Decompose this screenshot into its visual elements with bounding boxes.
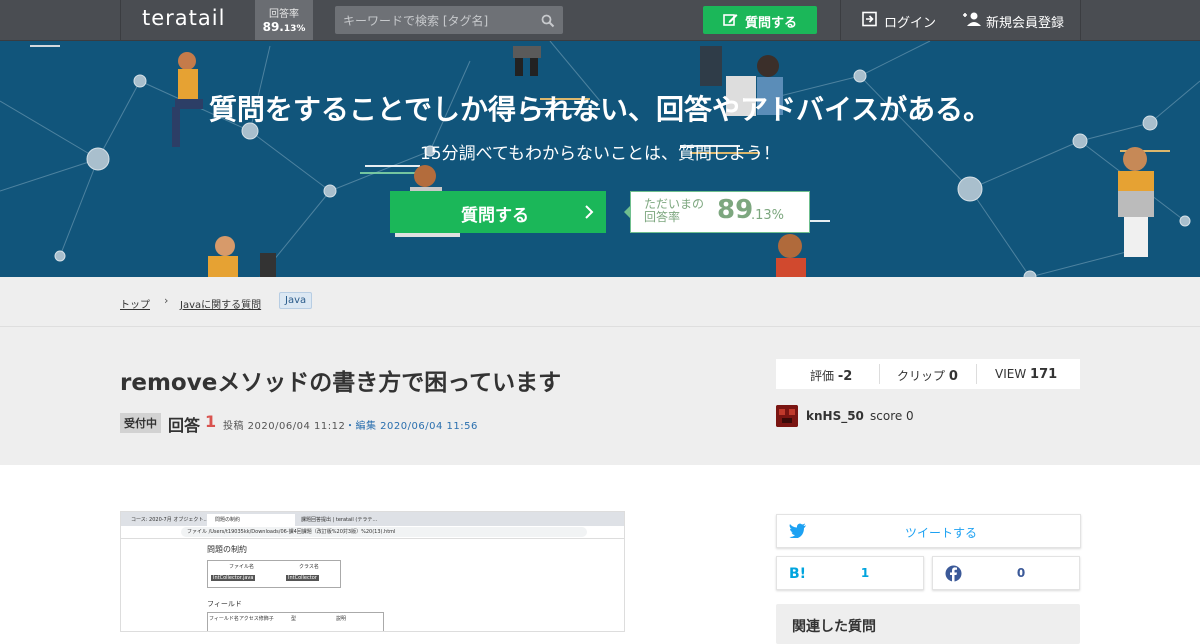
screenshot-code: IntCollector.java: [211, 575, 256, 581]
ask-question-button[interactable]: 質問する: [703, 6, 817, 34]
breadcrumb-separator: ›: [164, 294, 169, 307]
answer-rate-value: 89.13%: [255, 20, 313, 34]
header-divider: [1080, 0, 1081, 40]
answer-rate-dec: 13%: [283, 24, 306, 34]
browser-tabs: コース: 2020-7月 オブジェクト… 問題の制約 課題回答提出 | tera…: [121, 512, 624, 526]
browser-tab: 課題回答提出 | teratail (テラテ…: [301, 517, 378, 523]
view-stat: VIEW 171: [995, 367, 1057, 382]
question-stats: 評価 -2 クリップ 0 VIEW 171: [776, 359, 1080, 389]
tweet-button[interactable]: ツイートする: [776, 514, 1081, 548]
screenshot-cell: ファイル名: [229, 564, 255, 570]
top-header: teratail 回答率 89.13% キーワードで検索 [タグ名] 質問する …: [0, 0, 1200, 41]
question-title: removeメソッドの書き方で困っています: [120, 370, 562, 396]
avatar[interactable]: [776, 405, 798, 427]
answer-rate-box: 回答率 89.13%: [255, 0, 313, 40]
screenshot-heading: 問題の制約: [207, 545, 247, 554]
rating-label: 評価: [810, 369, 835, 383]
answer-rate-int: 89.: [262, 20, 284, 34]
header-divider: [120, 0, 121, 40]
search-input[interactable]: キーワードで検索 [タグ名]: [335, 6, 563, 34]
hero-rate-label: ただいまの回答率: [644, 197, 705, 224]
hero-rate-int: 89: [717, 195, 754, 225]
hero-rate-dec: .13%: [751, 208, 785, 223]
answers-label: 回答: [168, 416, 201, 435]
facebook-share-button[interactable]: 0: [932, 556, 1080, 590]
browser-url: ファイル /Users/t19035kk/Downloads/06-課4回課題（…: [181, 527, 587, 537]
header-divider: [840, 0, 841, 40]
posted-date: 投稿 2020/06/04 11:12: [223, 421, 346, 432]
login-link[interactable]: ログイン: [862, 11, 936, 31]
author-score: score 0: [870, 409, 914, 423]
answer-rate-label: 回答率: [269, 9, 299, 20]
screenshot-cell: アクセス修飾子: [239, 616, 274, 622]
browser-tab: コース: 2020-7月 オブジェクト…: [131, 517, 209, 523]
edited-date[interactable]: ・編集 2020/06/04 11:56: [345, 417, 478, 432]
login-label: ログイン: [884, 16, 937, 31]
view-value: 171: [1030, 367, 1058, 382]
signup-label: 新規会員登録: [986, 16, 1065, 31]
related-questions-title: 関連した質問: [792, 619, 876, 635]
question-header: removeメソッドの書き方で困っています 受付中 回答 1 投稿 2020/0…: [0, 327, 1200, 465]
related-questions-panel: 関連した質問: [776, 604, 1080, 644]
hero-subline: 15分調べてもわからないことは、質問しよう！: [419, 144, 781, 164]
hero-ask-button[interactable]: 質問する: [390, 191, 606, 233]
hero-answer-rate: ただいまの回答率 89 .13%: [624, 191, 810, 233]
screenshot-section: フィールド: [207, 600, 242, 608]
breadcrumb-java-questions[interactable]: Javaに関する質問: [180, 296, 261, 311]
screenshot-table: [207, 560, 341, 588]
browser-tab: 問題の制約: [207, 514, 295, 526]
edit-icon: [723, 13, 738, 31]
status-badge: 受付中: [120, 413, 161, 433]
facebook-count: 0: [1016, 566, 1026, 580]
hero-headline: 質問をすることでしか得られない、回答やアドバイスがある。: [208, 93, 992, 126]
screenshot-cell: クラス名: [299, 564, 319, 570]
browser-url-bar: ファイル /Users/t19035kk/Downloads/06-課4回課題（…: [121, 526, 624, 539]
question-image[interactable]: コース: 2020-7月 オブジェクト… 問題の制約 課題回答提出 | tera…: [120, 511, 625, 632]
author-name[interactable]: knHS_50: [806, 409, 864, 423]
breadcrumb: トップ › Javaに関する質問 Java: [0, 277, 1200, 327]
chevron-right-icon: [584, 204, 594, 224]
screenshot-code: IntCollector: [286, 575, 319, 581]
stat-divider: [879, 364, 880, 384]
ask-question-label: 質問する: [745, 16, 798, 31]
view-label: VIEW: [995, 367, 1027, 381]
search-placeholder: キーワードで検索 [タグ名]: [343, 14, 489, 28]
hero-banner: 質問をすることでしか得られない、回答やアドバイスがある。 15分調べてもわからな…: [0, 41, 1200, 277]
stat-divider: [976, 364, 977, 384]
answers-count[interactable]: 1: [205, 412, 216, 431]
rating-value: -2: [837, 369, 853, 384]
add-user-icon: [962, 12, 982, 31]
login-icon: [862, 11, 878, 31]
tweet-label: ツイートする: [904, 526, 977, 540]
clip-label: クリップ: [897, 369, 946, 383]
signup-link[interactable]: 新規会員登録: [962, 11, 1064, 31]
breadcrumb-top[interactable]: トップ: [120, 296, 150, 311]
site-logo[interactable]: teratail: [142, 6, 225, 30]
screenshot-cell: フィールド名: [209, 616, 239, 622]
search-icon[interactable]: [541, 13, 555, 32]
hero-ask-label: 質問する: [461, 206, 529, 226]
tag-java[interactable]: Java: [279, 292, 313, 309]
hatena-count: 1: [860, 566, 870, 580]
screenshot-cell: 型: [291, 616, 297, 622]
rating-stat: 評価 -2: [810, 367, 852, 384]
screenshot-cell: 説明: [336, 616, 347, 622]
hatena-bookmark-button[interactable]: B! 1: [776, 556, 924, 590]
clip-stat: クリップ 0: [897, 367, 958, 384]
clip-value: 0: [948, 369, 958, 384]
